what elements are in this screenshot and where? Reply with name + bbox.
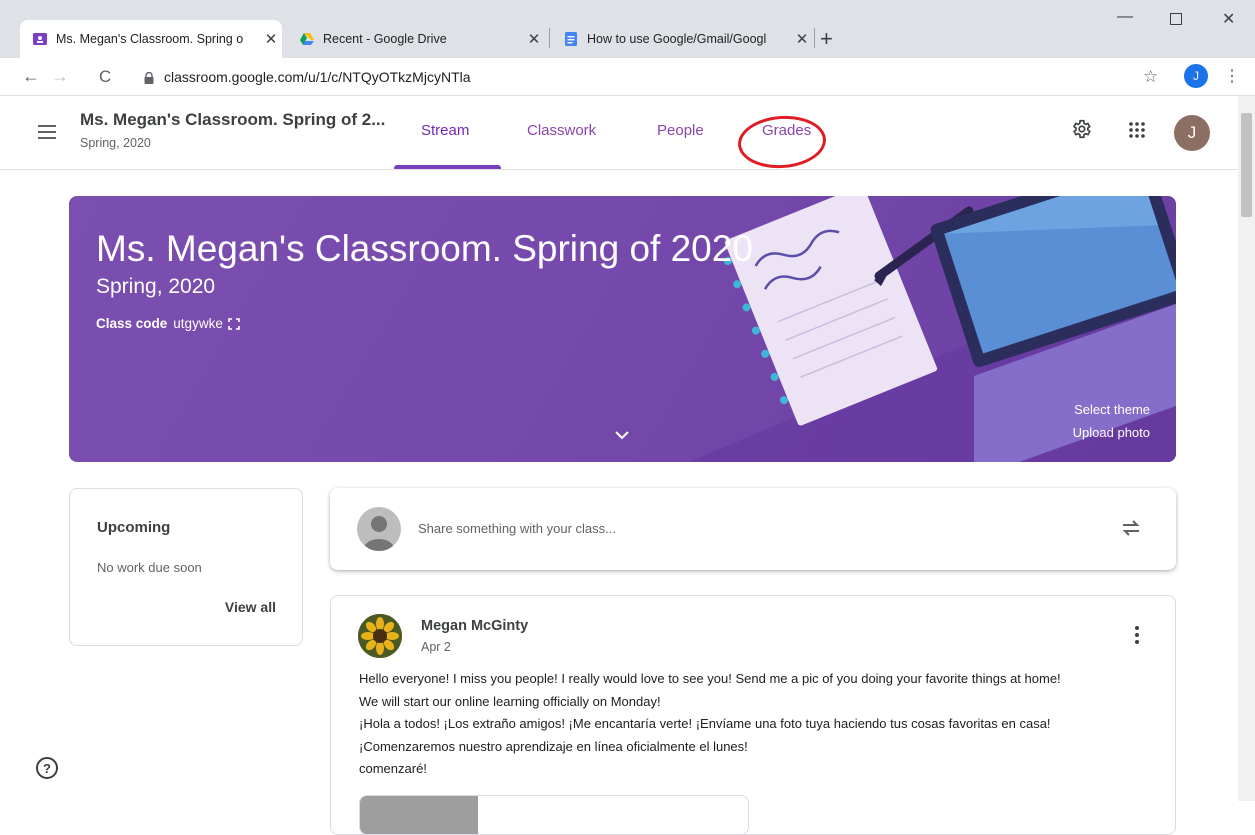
docs-icon	[563, 31, 579, 47]
select-theme-link[interactable]: Select theme	[1074, 402, 1150, 417]
more-options-icon[interactable]	[1135, 626, 1139, 647]
classroom-icon	[32, 31, 48, 47]
tab-title: Recent - Google Drive	[323, 32, 447, 46]
author-avatar[interactable]	[358, 614, 402, 658]
post-author: Megan McGinty	[421, 618, 529, 634]
repost-icon[interactable]	[1120, 517, 1142, 544]
banner-subtitle: Spring, 2020	[96, 275, 216, 298]
share-box[interactable]: Share something with your class...	[330, 488, 1176, 570]
close-window-icon[interactable]: ✕	[1222, 9, 1235, 29]
classroom-header: Ms. Megan's Classroom. Spring of 2... Sp…	[0, 96, 1238, 170]
post-date: Apr 2	[421, 640, 451, 654]
close-tab-icon[interactable]: ✕	[260, 30, 282, 48]
view-all-link[interactable]: View all	[225, 599, 276, 615]
apps-grid-icon[interactable]	[1128, 121, 1146, 144]
upcoming-heading: Upcoming	[97, 519, 171, 536]
upcoming-status: No work due soon	[97, 560, 202, 575]
browser-menu-icon[interactable]: ⋮	[1224, 66, 1240, 86]
tab-title: How to use Google/Gmail/Googl	[587, 32, 767, 46]
post-line: We will start our online learning offici…	[359, 693, 661, 709]
tab-title: Ms. Megan's Classroom. Spring o	[56, 32, 244, 46]
share-input[interactable]: Share something with your class...	[418, 521, 616, 536]
lock-icon	[144, 71, 154, 84]
back-icon[interactable]: ←	[22, 66, 40, 87]
class-code-label: Class code	[96, 316, 168, 331]
fullscreen-icon[interactable]	[228, 317, 240, 330]
attachment-thumbnail	[360, 796, 478, 834]
close-tab-icon[interactable]: ✕	[523, 30, 545, 48]
tab-divider	[814, 28, 815, 48]
new-tab-button[interactable]: +	[820, 26, 833, 52]
stream-post: Megan McGinty Apr 2 Hello everyone! I mi…	[330, 595, 1176, 835]
bookmark-star-icon[interactable]: ☆	[1143, 67, 1158, 87]
banner-title: Ms. Megan's Classroom. Spring of 2020	[96, 228, 753, 269]
class-subtitle: Spring, 2020	[80, 136, 151, 150]
page-scrollbar[interactable]	[1238, 96, 1255, 801]
scrollbar-thumb[interactable]	[1241, 113, 1252, 217]
forward-icon[interactable]: →	[51, 66, 69, 87]
class-banner: Ms. Megan's Classroom. Spring of 2020 Sp…	[69, 196, 1176, 462]
tab-people[interactable]: People	[657, 122, 704, 139]
address-bar[interactable]: classroom.google.com/u/1/c/NTQyOTkzMjcyN…	[132, 63, 1172, 91]
chevron-down-icon[interactable]	[615, 427, 629, 445]
tab-classwork[interactable]: Classwork	[527, 122, 596, 139]
browser-tab-strip: Ms. Megan's Classroom. Spring o ✕ Recent…	[0, 0, 1255, 58]
drive-icon	[299, 31, 315, 47]
class-title[interactable]: Ms. Megan's Classroom. Spring of 2...	[80, 110, 385, 130]
tab-stream[interactable]: Stream	[421, 122, 469, 139]
browser-tab-classroom[interactable]: Ms. Megan's Classroom. Spring o ✕	[20, 20, 282, 58]
post-line: comenzaré!	[359, 761, 427, 776]
url-text: classroom.google.com/u/1/c/NTQyOTkzMjcyN…	[164, 69, 471, 85]
post-line: ¡Comenzaremos nuestro aprendizaje en lín…	[359, 738, 748, 754]
reload-icon[interactable]: C	[99, 67, 111, 87]
close-tab-icon[interactable]: ✕	[791, 30, 813, 48]
class-code: Class code utgywke	[96, 316, 240, 331]
browser-toolbar: ← → C classroom.google.com/u/1/c/NTQyOTk…	[0, 58, 1255, 96]
upcoming-card: Upcoming No work due soon View all	[69, 488, 303, 646]
post-line: Hello everyone! I miss you people! I rea…	[359, 671, 1061, 686]
browser-tab-docs[interactable]: How to use Google/Gmail/Googl ✕	[551, 20, 813, 58]
tab-divider	[549, 28, 550, 48]
maximize-icon[interactable]	[1170, 12, 1182, 30]
post-body: Hello everyone! I miss you people! I rea…	[359, 668, 1159, 781]
hamburger-menu-icon[interactable]	[38, 125, 56, 139]
help-icon[interactable]: ?	[36, 757, 58, 779]
browser-profile-avatar[interactable]: J	[1184, 64, 1208, 88]
settings-gear-icon[interactable]	[1070, 118, 1092, 145]
post-attachment[interactable]	[359, 795, 749, 835]
account-avatar[interactable]: J	[1174, 115, 1210, 151]
active-tab-indicator	[394, 165, 501, 169]
browser-tab-drive[interactable]: Recent - Google Drive ✕	[287, 20, 545, 58]
user-avatar	[357, 507, 401, 551]
minimize-icon[interactable]: —	[1117, 8, 1133, 26]
post-line: ¡Hola a todos! ¡Los extraño amigos! ¡Me …	[359, 716, 1051, 731]
upload-photo-link[interactable]: Upload photo	[1073, 425, 1150, 440]
class-code-value: utgywke	[173, 316, 223, 331]
